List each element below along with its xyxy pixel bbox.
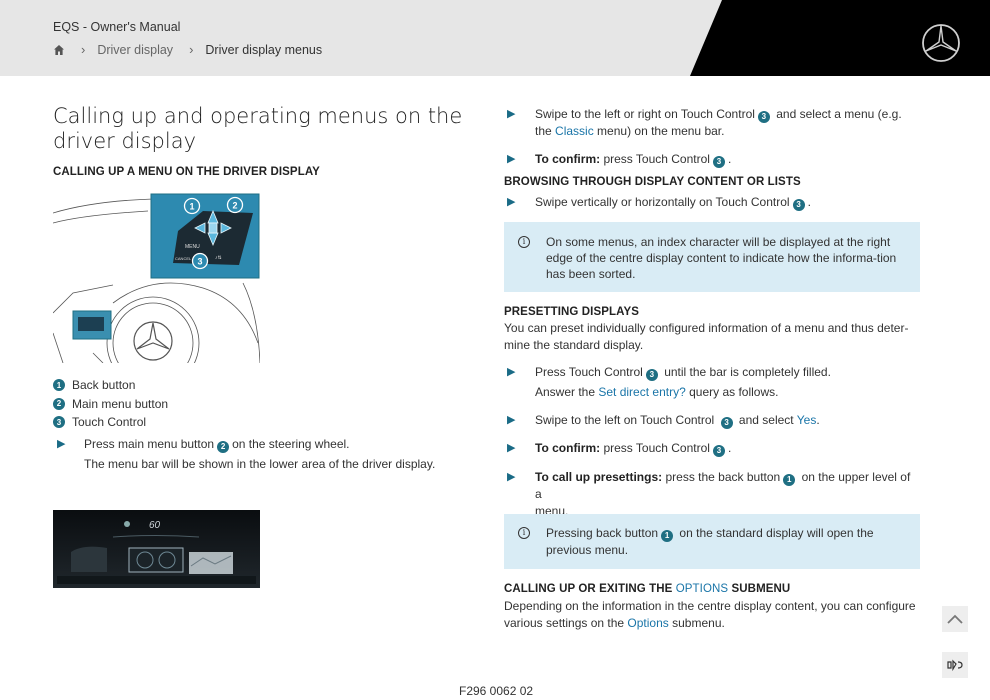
callout-3: 3 (191, 252, 209, 270)
legend-label: Touch Control (72, 415, 147, 430)
steering-wheel-illustration: MENU CANCEL ♪⇅ 1 2 3 (53, 193, 260, 363)
section-heading-presetting: PRESETTING DISPLAYS (504, 306, 640, 318)
scroll-to-top-button[interactable] (942, 606, 968, 632)
svg-text:♪⇅: ♪⇅ (215, 255, 222, 261)
step-press-until-filled: Press Touch Control 3 until the bar is co… (535, 364, 920, 382)
svg-text:CANCEL: CANCEL (175, 256, 192, 261)
legend-item-back-button: 1 Back button (53, 376, 168, 395)
step-result-query: Answer the Set direct entry? query as fo… (535, 385, 779, 399)
chevron-up-icon (947, 614, 963, 624)
step-swipe-left-yes: Swipe to the left on Touch Control 3 and… (535, 412, 920, 430)
breadcrumb-driver-display[interactable]: Driver display (97, 43, 173, 57)
section-heading-browsing: BROWSING THROUGH DISPLAY CONTENT OR LIST… (504, 176, 801, 188)
info-text: On some menus, an index character will b… (546, 235, 897, 281)
page-title: Calling up and operating menus on the dr… (53, 104, 463, 153)
bullet-arrow-icon: ▶ (507, 414, 516, 426)
app-title: EQS - Owner's Manual (53, 20, 181, 34)
set-direct-entry-link[interactable]: Set direct entry? (598, 385, 685, 399)
callout-1: 1 (183, 197, 201, 215)
bullet-arrow-icon: ▶ (507, 108, 516, 120)
legend-item-touch-control: 3 Touch Control (53, 413, 168, 432)
info-box-back-button: i Pressing back button 1 on the standard … (504, 514, 920, 569)
svg-text:MENU: MENU (185, 244, 200, 250)
breadcrumb-current: Driver display menus (205, 42, 323, 57)
step-call-up-presettings: To call up presettings: press the back b… (535, 470, 911, 518)
breadcrumb: › Driver display › Driver display menus (53, 42, 322, 57)
figure-legend: 1 Back button 2 Main menu button 3 Touch… (53, 376, 168, 432)
step-result-menu-bar: The menu bar will be shown in the lower … (84, 457, 436, 471)
driver-display-photo: 60 (53, 510, 260, 588)
legend-item-main-menu-button: 2 Main menu button (53, 395, 168, 414)
info-box-index-character: i On some menus, an index character will… (504, 222, 920, 292)
bullet-arrow-icon: ▶ (507, 366, 516, 378)
chevron-right-icon: › (189, 42, 194, 57)
glossary-button[interactable] (942, 652, 968, 678)
options-description: Depending on the information in the cent… (504, 599, 916, 630)
callout-badge: 1 (53, 379, 65, 392)
step-confirm: To confirm: press Touch Control 3. (535, 151, 920, 169)
bullet-arrow-icon: ▶ (57, 438, 66, 450)
section-heading-calling-up: CALLING UP A MENU ON THE DRIVER DISPLAY (53, 166, 320, 178)
mercedes-star-logo[interactable] (921, 23, 961, 63)
svg-text:1: 1 (189, 202, 194, 212)
figure-code: F296 0062 02 (459, 684, 534, 698)
callout-badge: 2 (53, 397, 65, 410)
presetting-description: You can preset individually configured i… (504, 321, 909, 352)
callout-badge: 3 (53, 416, 65, 429)
chevron-right-icon: › (81, 42, 86, 57)
step-press-main-menu: Press main menu button 2 on the steering w… (84, 436, 484, 454)
svg-text:60: 60 (149, 520, 161, 531)
step-confirm-2: To confirm: press Touch Control 3. (535, 440, 920, 458)
bullet-arrow-icon: ▶ (507, 471, 516, 483)
bullet-arrow-icon: ▶ (507, 196, 516, 208)
glossary-icon (947, 659, 963, 671)
yes-link[interactable]: Yes (797, 413, 817, 427)
callout-2: 2 (226, 196, 244, 214)
info-icon: i (518, 236, 530, 248)
classic-link[interactable]: Classic (555, 124, 594, 138)
options-heading-link[interactable]: OPTIONS (676, 583, 728, 595)
legend-label: Back button (72, 378, 136, 393)
svg-text:3: 3 (197, 257, 202, 267)
bullet-arrow-icon: ▶ (507, 153, 516, 165)
home-icon[interactable] (53, 44, 65, 56)
step-swipe-browse: Swipe vertically or horizontally on Touc… (535, 194, 920, 212)
info-text: Pressing back button 1 on the standard di… (546, 526, 874, 557)
section-heading-options: CALLING UP OR EXITING THE OPTIONS SUBMEN… (504, 583, 791, 595)
step-swipe-select-menu: Swipe to the left or right on Touch Cont… (535, 107, 902, 139)
bullet-arrow-icon: ▶ (507, 442, 516, 454)
svg-text:2: 2 (232, 201, 237, 211)
legend-label: Main menu button (72, 396, 169, 411)
options-link[interactable]: Options (627, 616, 668, 630)
info-icon: i (518, 527, 530, 539)
